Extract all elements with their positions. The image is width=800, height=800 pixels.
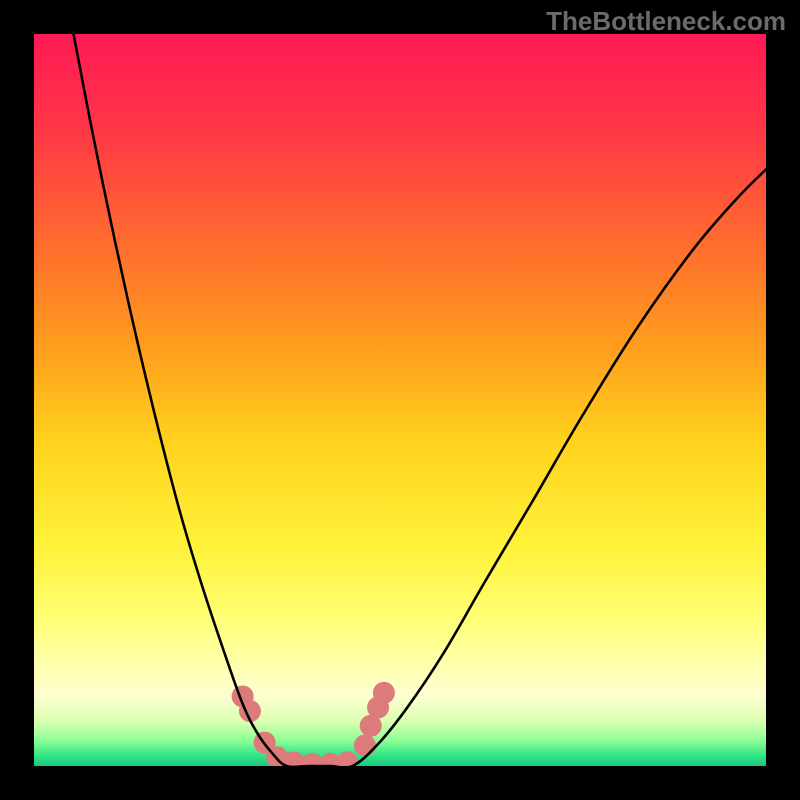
bottleneck-curve — [74, 34, 766, 766]
plot-area — [34, 34, 766, 766]
watermark-text: TheBottleneck.com — [546, 6, 786, 37]
valley-marker — [354, 735, 376, 757]
curve-layer — [34, 34, 766, 766]
chart-frame: TheBottleneck.com — [0, 0, 800, 800]
valley-marker — [373, 682, 395, 704]
